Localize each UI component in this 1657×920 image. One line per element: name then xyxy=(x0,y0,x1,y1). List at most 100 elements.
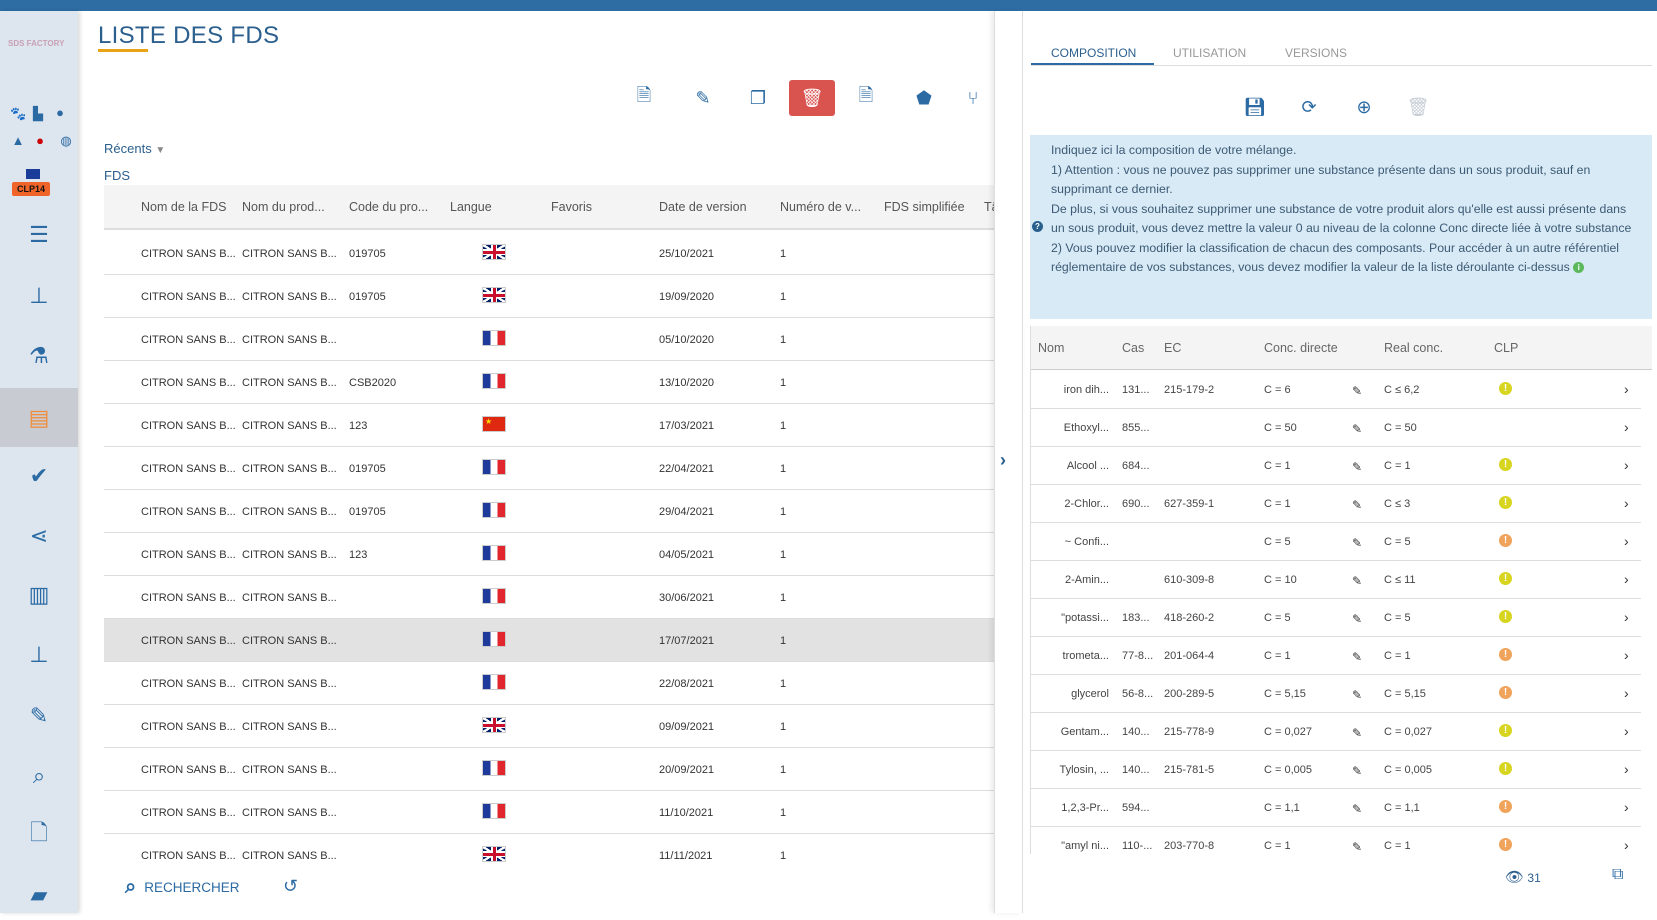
edit-concentration-icon[interactable]: ✎ xyxy=(1352,840,1362,854)
sidebar-item-search[interactable]: ⌕ xyxy=(0,751,78,801)
edit-concentration-icon[interactable]: ✎ xyxy=(1352,498,1362,512)
table-row[interactable]: CITRON SANS B... CITRON SANS B... 20/09/20… xyxy=(104,748,994,791)
composition-row[interactable]: "amyl ni... 110-... 203-770-8 C = 1 C = 1 ✎! › xyxy=(1031,827,1641,854)
table-row[interactable]: CITRON SANS B... CITRON SANS B... 123 17/03… xyxy=(104,404,994,447)
edit-concentration-icon[interactable]: ✎ xyxy=(1352,726,1362,740)
edit-concentration-icon[interactable]: ✎ xyxy=(1352,460,1362,474)
sidebar-item-document[interactable]: ▤ xyxy=(0,388,78,447)
paw-icon[interactable]: 🐾 xyxy=(10,106,26,122)
chevron-right-icon[interactable]: › xyxy=(1624,533,1629,549)
chevron-right-icon[interactable]: › xyxy=(1624,609,1629,625)
edit-concentration-icon[interactable]: ✎ xyxy=(1352,802,1362,816)
globe-icon[interactable]: ◍ xyxy=(58,133,74,149)
edit-concentration-icon[interactable]: ✎ xyxy=(1352,612,1362,626)
composition-row[interactable]: ~ Confi... C = 5 C = 5 ✎! › xyxy=(1031,523,1641,561)
edit-concentration-icon[interactable]: ✎ xyxy=(1352,650,1362,664)
edit-concentration-icon[interactable]: ✎ xyxy=(1352,764,1362,778)
table-row[interactable]: CITRON SANS B... CITRON SANS B... 30/06/20… xyxy=(104,576,994,619)
delete-substance-button[interactable]: 🗑 xyxy=(1406,97,1430,118)
chevron-right-icon[interactable]: › xyxy=(1624,381,1629,397)
reset-button[interactable]: ↺ xyxy=(283,876,298,897)
regulation-badge[interactable]: CLP14 xyxy=(12,182,51,196)
composition-row[interactable]: Alcool ... 684... C = 1 C = 1 ✎! › xyxy=(1031,447,1641,485)
composition-row[interactable]: Ethoxyl... 855... C = 50 C = 50 ✎ › xyxy=(1031,409,1641,447)
column-header[interactable]: Favoris xyxy=(551,200,592,214)
refresh-button[interactable]: ⟳ xyxy=(1297,97,1321,118)
column-header[interactable]: Real conc. xyxy=(1384,341,1443,355)
column-header[interactable]: Cas xyxy=(1122,341,1144,355)
user-circle-icon[interactable]: ● xyxy=(52,105,68,120)
sidebar-item-file-info[interactable]: 🗋 xyxy=(0,810,78,860)
table-row[interactable]: CITRON SANS B... CITRON SANS B... 019705 19… xyxy=(104,275,994,318)
sidebar-item-edit[interactable]: ✎ xyxy=(0,691,78,741)
sidebar-item-book[interactable]: ▥ xyxy=(0,570,78,620)
delete-button[interactable]: 🗑 xyxy=(789,80,835,116)
column-header[interactable]: Code du pro... xyxy=(349,200,428,214)
sidebar-item-flask[interactable]: ⚗ xyxy=(0,331,78,381)
chevron-right-icon[interactable]: › xyxy=(1624,647,1629,663)
sidebar-item-checklist[interactable]: ☰ xyxy=(0,210,78,260)
table-row[interactable]: CITRON SANS B... CITRON SANS B... 019705 25… xyxy=(104,232,994,275)
bell-icon[interactable]: ▲ xyxy=(10,133,26,148)
edit-concentration-icon[interactable]: ✎ xyxy=(1352,422,1362,436)
column-header[interactable]: Langue xyxy=(450,200,492,214)
composition-row[interactable]: iron dih... 131... 215-179-2 C = 6 C ≤ 6,2 ✎!… xyxy=(1031,371,1641,409)
sidebar-item-sitemap[interactable]: ⊥ xyxy=(0,630,78,680)
edit-concentration-icon[interactable]: ✎ xyxy=(1352,536,1362,550)
chevron-right-icon[interactable]: › xyxy=(1624,837,1629,853)
duplicate-button[interactable]: ❐ xyxy=(735,80,781,116)
chevron-right-icon[interactable]: › xyxy=(1624,723,1629,739)
column-header[interactable]: FDS simplifiée xyxy=(884,200,965,214)
composition-row[interactable]: Tylosin, ... 140... 215-781-5 C = 0,005 C = … xyxy=(1031,751,1641,789)
table-row[interactable]: CITRON SANS B... CITRON SANS B... 17/07/20… xyxy=(104,619,994,662)
tab-composition[interactable]: COMPOSITION xyxy=(1051,46,1136,60)
new-document-button[interactable]: 🗎 xyxy=(621,80,667,116)
table-row[interactable]: CITRON SANS B... CITRON SANS B... 11/11/20… xyxy=(104,834,994,863)
column-header[interactable]: Nom xyxy=(1038,341,1064,355)
open-external-button[interactable]: ⧉ xyxy=(1612,866,1623,884)
recents-dropdown[interactable]: Récents ▼ xyxy=(104,141,165,156)
export-document-button[interactable]: 🗎 xyxy=(843,80,889,116)
tab-utilisation[interactable]: UTILISATION xyxy=(1173,46,1246,60)
edit-concentration-icon[interactable]: ✎ xyxy=(1352,574,1362,588)
composition-row[interactable]: trometa... 77-8... 201-064-4 C = 1 C = 1 ✎! › xyxy=(1031,637,1641,675)
column-header[interactable]: Nom de la FDS xyxy=(141,200,226,214)
search-button[interactable]: ⌕ RECHERCHER xyxy=(125,876,239,899)
composition-row[interactable]: Gentam... 140... 215-778-9 C = 0,027 C = 0,0… xyxy=(1031,713,1641,751)
table-row[interactable]: CITRON SANS B... CITRON SANS B... 22/08/20… xyxy=(104,662,994,705)
composition-row[interactable]: glycerol 56-8... 200-289-5 C = 5,15 C = 5,15… xyxy=(1031,675,1641,713)
edit-button[interactable]: ✎ xyxy=(680,80,726,116)
factory-icon[interactable]: ▙ xyxy=(30,106,46,122)
table-row[interactable]: CITRON SANS B... CITRON SANS B... 019705 22… xyxy=(104,447,994,490)
sidebar-item-hierarchy[interactable]: ⊥ xyxy=(0,271,78,321)
edit-concentration-icon[interactable]: ✎ xyxy=(1352,688,1362,702)
column-header[interactable]: Nom du prod... xyxy=(242,200,325,214)
tag-download-button[interactable]: ⬟ xyxy=(901,80,947,116)
edit-concentration-icon[interactable]: ✎ xyxy=(1352,384,1362,398)
chevron-right-icon[interactable]: › xyxy=(1624,495,1629,511)
composition-row[interactable]: 2-Amin... 610-309-8 C = 10 C ≤ 11 ✎! › xyxy=(1031,561,1641,599)
branch-button[interactable]: ⑂ xyxy=(958,80,988,116)
save-button[interactable]: 💾︎ xyxy=(1243,97,1267,118)
chevron-right-icon[interactable]: › xyxy=(1624,685,1629,701)
composition-row[interactable]: "potassi... 183... 418-260-2 C = 5 C = 5 ✎! › xyxy=(1031,599,1641,637)
column-header[interactable]: Conc. directe xyxy=(1264,341,1338,355)
chevron-right-icon[interactable]: › xyxy=(1624,457,1629,473)
question-icon[interactable]: ● xyxy=(32,133,48,148)
add-button[interactable]: ⊕ xyxy=(1352,97,1376,118)
table-row[interactable]: CITRON SANS B... CITRON SANS B... 019705 29… xyxy=(104,490,994,533)
chevron-right-icon[interactable]: › xyxy=(1624,571,1629,587)
tab-versions[interactable]: VERSIONS xyxy=(1285,46,1347,60)
column-header[interactable]: CLP xyxy=(1494,341,1518,355)
chevron-right-icon[interactable]: › xyxy=(1624,799,1629,815)
table-row[interactable]: CITRON SANS B... CITRON SANS B... 123 04/05… xyxy=(104,533,994,576)
sidebar-item-check[interactable]: ✔ xyxy=(0,451,78,501)
column-header[interactable]: Tâ xyxy=(984,200,994,214)
chevron-right-icon[interactable]: › xyxy=(1624,761,1629,777)
composition-row[interactable]: 1,2,3-Pr... 594... C = 1,1 C = 1,1 ✎! › xyxy=(1031,789,1641,827)
table-row[interactable]: CITRON SANS B... CITRON SANS B... 11/10/20… xyxy=(104,791,994,834)
chevron-right-icon[interactable]: › xyxy=(1624,419,1629,435)
composition-row[interactable]: 2-Chlor... 690... 627-359-1 C = 1 C ≤ 3 ✎! › xyxy=(1031,485,1641,523)
table-row[interactable]: CITRON SANS B... CITRON SANS B... 09/09/20… xyxy=(104,705,994,748)
sidebar-item-share[interactable]: ⋖ xyxy=(0,511,78,561)
